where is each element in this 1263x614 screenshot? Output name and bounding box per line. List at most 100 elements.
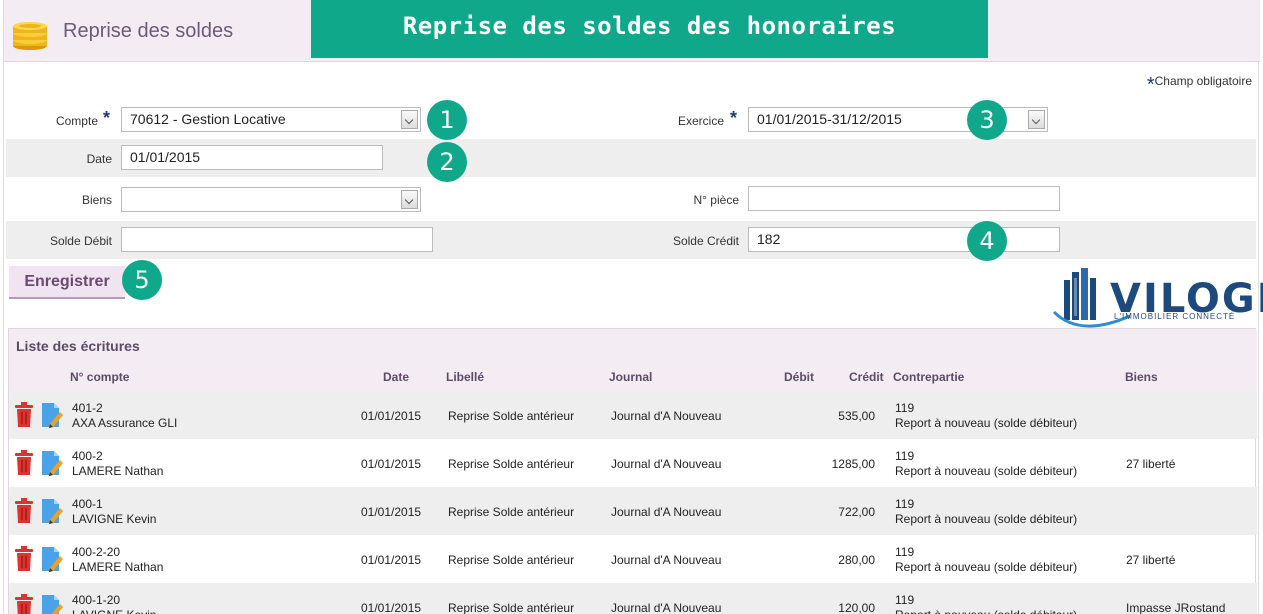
row-compte: 400-2-20 — [72, 545, 121, 559]
date-field[interactable]: 01/01/2015 — [121, 145, 383, 170]
form-row-soldes: Solde Débit Solde Crédit 182 — [6, 221, 1256, 259]
page-title: Reprise des soldes — [63, 20, 234, 42]
row-journal: Journal d'A Nouveau — [611, 409, 722, 423]
row-biens: Impasse JRostand — [1126, 601, 1226, 614]
exercice-label: Exercice — [677, 114, 724, 128]
biens-select[interactable] — [121, 187, 421, 212]
piece-field[interactable] — [748, 186, 1060, 211]
row-credit: 722,00 — [838, 505, 875, 519]
list-title: Liste des écritures — [16, 338, 140, 354]
row-credit: 535,00 — [838, 409, 875, 423]
list-header: Liste des écritures N° compte Date Libel… — [9, 329, 1257, 391]
row-biens: 27 liberté — [1126, 553, 1176, 567]
table-row: 400-1 LAVIGNE Kevin 01/01/2015 Reprise Sold… — [9, 487, 1257, 535]
row-nom: AXA Assurance GLI — [72, 416, 178, 430]
row-contrepartie-num: 119 — [895, 449, 915, 463]
row-date: 01/01/2015 — [361, 409, 422, 423]
solde-debit-label: Solde Débit — [49, 234, 112, 248]
table-row: 400-2-20 LAMERE Nathan 01/01/2015 Reprise S… — [9, 535, 1257, 583]
date-label: Date — [86, 152, 112, 166]
row-nom: LAVIGNE Kevin — [72, 608, 156, 614]
row-contrepartie-lib: Report à nouveau (solde débiteur) — [895, 512, 1078, 526]
col-header-debit[interactable]: Débit — [784, 370, 814, 384]
row-journal: Journal d'A Nouveau — [611, 601, 722, 614]
row-credit: 120,00 — [838, 601, 875, 614]
biens-label: Biens — [81, 193, 112, 207]
col-header-biens[interactable]: Biens — [1125, 370, 1158, 384]
trash-icon[interactable] — [13, 450, 35, 476]
col-header-compte[interactable]: N° compte — [70, 370, 129, 384]
row-nom: LAVIGNE Kevin — [72, 512, 157, 526]
edit-document-icon[interactable] — [41, 498, 63, 524]
row-libelle: Reprise Solde antérieur — [448, 601, 575, 614]
edit-document-icon[interactable] — [41, 546, 63, 572]
trash-icon[interactable] — [13, 402, 35, 428]
edit-document-icon[interactable] — [41, 594, 63, 614]
row-journal: Journal d'A Nouveau — [611, 505, 722, 519]
row-compte: 400-2 — [72, 449, 103, 463]
col-header-date[interactable]: Date — [383, 370, 409, 384]
row-libelle: Reprise Solde antérieur — [448, 553, 575, 567]
trash-icon[interactable] — [13, 594, 35, 614]
col-header-contrepartie[interactable]: Contrepartie — [893, 370, 964, 384]
entries-list: Liste des écritures N° compte Date Libel… — [8, 328, 1257, 614]
row-libelle: Reprise Solde antérieur — [448, 409, 575, 423]
required-star-icon: * — [1146, 74, 1155, 96]
edit-document-icon[interactable] — [41, 450, 63, 476]
chevron-down-icon — [1028, 110, 1045, 129]
solde-credit-field[interactable]: 182 — [748, 227, 1060, 252]
form-row-date: Date 01/01/2015 — [6, 139, 1256, 177]
row-nom: LAMERE Nathan — [72, 464, 164, 478]
mandatory-note: *Champ obligatoire — [1146, 74, 1252, 96]
required-star-icon: * — [103, 108, 111, 128]
chevron-down-icon — [401, 190, 418, 209]
coins-icon — [13, 22, 47, 50]
row-date: 01/01/2015 — [361, 505, 422, 519]
row-credit: 1285,00 — [831, 457, 875, 471]
step-badge-3: 3 — [967, 100, 1007, 140]
logo-tagline: L'IMMOBILIER CONNECTÉ — [1114, 312, 1236, 321]
row-contrepartie-num: 119 — [895, 545, 915, 559]
row-libelle: Reprise Solde antérieur — [448, 505, 575, 519]
save-button[interactable]: Enregistrer — [9, 266, 125, 299]
step-badge-4: 4 — [967, 221, 1007, 261]
row-journal: Journal d'A Nouveau — [611, 457, 722, 471]
col-header-libelle[interactable]: Libellé — [446, 370, 484, 384]
row-contrepartie-lib: Report à nouveau (solde débiteur) — [895, 416, 1078, 430]
page: Reprise des soldes Reprise des soldes de… — [3, 0, 1263, 614]
row-credit: 280,00 — [838, 553, 875, 567]
row-contrepartie-num: 119 — [895, 401, 915, 415]
row-compte: 401-2 — [72, 401, 103, 415]
compte-select[interactable]: 70612 - Gestion Locative — [121, 107, 421, 132]
table-row: 401-2 AXA Assurance GLI 01/01/2015 Reprise … — [9, 391, 1257, 439]
row-contrepartie-lib: Report à nouveau (solde débiteur) — [895, 608, 1077, 614]
page-header: Reprise des soldes Reprise des soldes de… — [4, 0, 1260, 62]
solde-debit-field[interactable] — [121, 227, 433, 252]
row-contrepartie-num: 119 — [895, 497, 915, 511]
edit-document-icon[interactable] — [41, 402, 63, 428]
compte-label: Compte — [55, 114, 98, 128]
row-compte: 400-1-20 — [72, 593, 121, 607]
row-journal: Journal d'A Nouveau — [611, 553, 722, 567]
step-badge-2: 2 — [427, 142, 467, 182]
chevron-down-icon — [401, 110, 418, 129]
form-row-compte: Compte * 70612 - Gestion Locative Exerci… — [6, 100, 1256, 138]
table-row: 400-1-20LAVIGNE Kevin 01/01/2015 Reprise S… — [9, 583, 1257, 614]
row-compte: 400-1 — [72, 497, 103, 511]
trash-icon[interactable] — [13, 498, 35, 524]
solde-credit-label: Solde Crédit — [672, 234, 739, 248]
row-contrepartie-lib: Report à nouveau (solde débiteur) — [895, 464, 1078, 478]
row-date: 01/01/2015 — [361, 553, 422, 567]
step-badge-5: 5 — [122, 260, 162, 300]
row-nom: LAMERE Nathan — [72, 560, 164, 574]
trash-icon[interactable] — [13, 546, 35, 572]
col-header-journal[interactable]: Journal — [609, 370, 652, 384]
table-row: 400-2 LAMERE Nathan 01/01/2015 Reprise Sold… — [9, 439, 1257, 487]
piece-label: N° pièce — [693, 193, 740, 207]
col-header-credit[interactable]: Crédit — [849, 370, 884, 384]
step-badge-1: 1 — [427, 100, 467, 140]
row-biens: 27 liberté — [1126, 457, 1176, 471]
form-row-biens: Biens N° pièce — [6, 180, 1256, 218]
required-star-icon: * — [730, 108, 738, 128]
row-contrepartie-num: 119 — [895, 593, 915, 607]
